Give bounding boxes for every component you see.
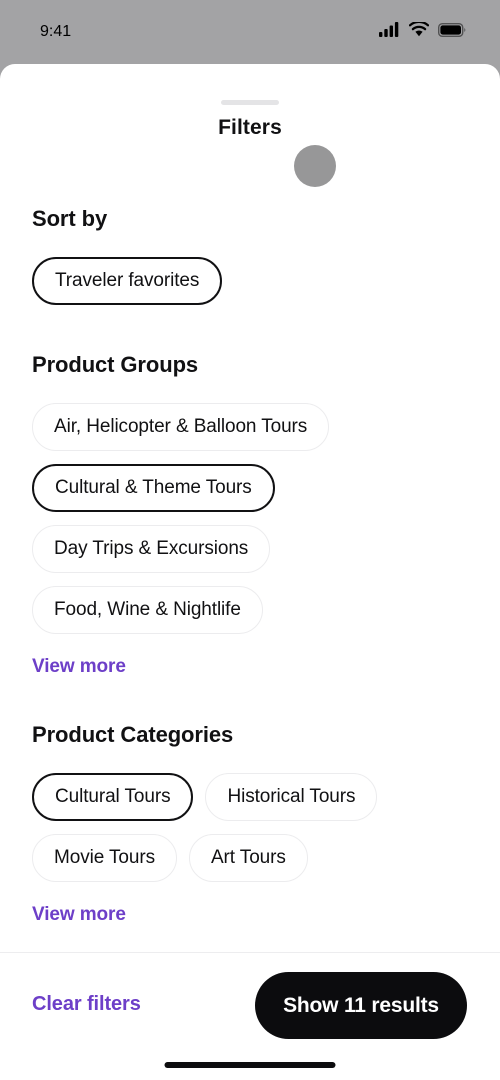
section-title-product-categories: Product Categories <box>32 722 234 747</box>
filter-pill-traveler-favorites[interactable]: Traveler favorites <box>32 257 223 305</box>
filter-pill-cultural-tours[interactable]: Cultural Tours <box>32 773 194 821</box>
status-icons <box>379 20 466 42</box>
view-more-product-groups[interactable]: View more <box>32 656 468 678</box>
cellular-signal-icon <box>379 22 400 42</box>
section-product-categories: Product Categories Cultural Tours Histor… <box>0 722 500 926</box>
sheet-title: Filters <box>218 116 282 139</box>
filter-pill-historical-tours[interactable]: Historical Tours <box>205 773 378 821</box>
section-title-sort-by: Sort by <box>32 206 108 231</box>
show-results-button[interactable]: Show 11 results <box>255 972 467 1039</box>
sort-by-options: Traveler favorites <box>32 257 468 305</box>
bottom-action-bar: Clear filters Show 11 results <box>0 952 500 1080</box>
section-sort-by: Sort by Traveler favorites <box>0 206 500 305</box>
home-indicator <box>164 1062 336 1068</box>
clear-filters-button[interactable]: Clear filters <box>32 993 141 1016</box>
sheet-drag-handle[interactable] <box>221 100 279 105</box>
phone-screen: 9:41 Filters Sort by Traveler favorites … <box>0 0 500 1080</box>
filters-scroll-area[interactable]: Sort by Traveler favorites Product Group… <box>0 156 500 952</box>
section-product-groups: Product Groups Air, Helicopter & Balloon… <box>0 352 500 678</box>
filters-sheet: Filters Sort by Traveler favorites Produ… <box>0 64 500 1080</box>
view-more-product-categories[interactable]: View more <box>32 904 468 926</box>
product-categories-options: Cultural Tours Historical Tours Movie To… <box>32 773 412 882</box>
wifi-icon <box>408 20 430 42</box>
product-groups-options: Air, Helicopter & Balloon Tours Cultural… <box>32 403 468 634</box>
status-bar: 9:41 <box>0 0 500 64</box>
filter-pill-day-trips-excursions[interactable]: Day Trips & Excursions <box>32 525 271 573</box>
filter-pill-cultural-theme-tours[interactable]: Cultural & Theme Tours <box>32 464 275 512</box>
filter-pill-air-helicopter-balloon-tours[interactable]: Air, Helicopter & Balloon Tours <box>32 403 330 451</box>
battery-icon <box>437 22 466 42</box>
status-time: 9:41 <box>40 23 72 40</box>
section-title-product-groups: Product Groups <box>32 352 199 377</box>
filter-pill-movie-tours[interactable]: Movie Tours <box>32 834 177 882</box>
filter-pill-art-tours[interactable]: Art Tours <box>188 834 308 882</box>
filter-pill-food-wine-nightlife[interactable]: Food, Wine & Nightlife <box>32 586 263 634</box>
